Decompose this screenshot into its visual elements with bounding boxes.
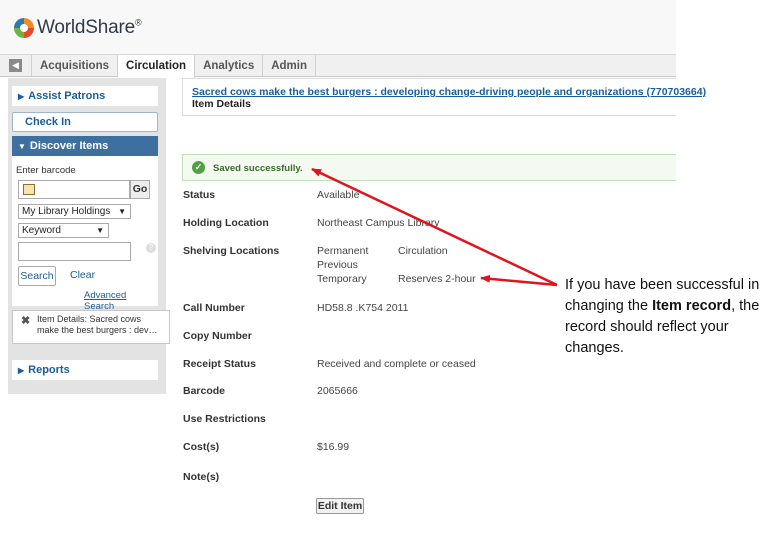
annotation-callout: If you have been successful in changing … xyxy=(565,277,760,356)
annotation-arrows xyxy=(311,167,558,287)
arrow-to-saved-message xyxy=(311,167,558,287)
